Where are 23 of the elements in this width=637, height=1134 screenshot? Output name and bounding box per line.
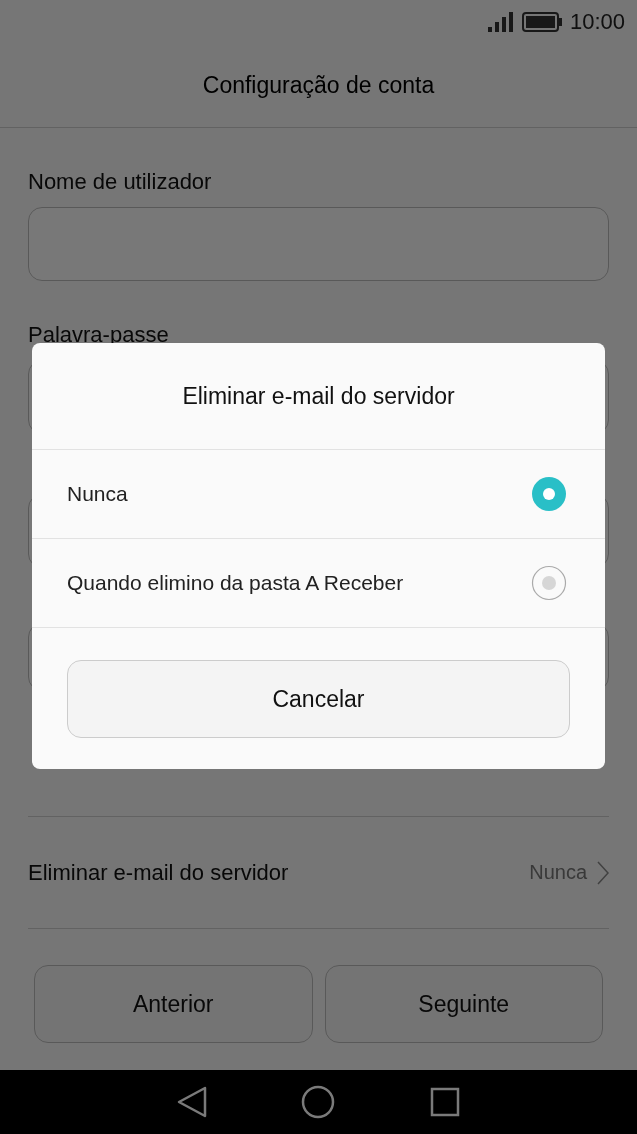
signal-icon [487, 12, 514, 32]
battery-icon [521, 12, 562, 32]
field-label: Nome de utilizador [28, 168, 213, 195]
back-icon[interactable] [177, 1086, 208, 1118]
dialog-option[interactable]: Quando elimino da pasta A Receber [32, 539, 605, 628]
radio-button[interactable] [531, 565, 567, 601]
nav-button[interactable]: Seguinte [324, 965, 603, 1043]
recent-apps-icon[interactable] [429, 1087, 460, 1117]
dialog-title: Eliminar e-mail do servidor [32, 343, 605, 450]
setting-value: Nunca [529, 861, 587, 884]
setting-label: Eliminar e-mail do servidor [28, 859, 289, 886]
status-time: 10:00 [569, 9, 625, 35]
page-title: Configuração de conta [202, 72, 435, 99]
option-label: Quando elimino da pasta A Receber [67, 571, 404, 595]
chevron-right-icon [597, 860, 609, 885]
option-label: Nunca [67, 482, 128, 506]
input-field[interactable] [28, 207, 609, 281]
home-icon[interactable] [301, 1085, 336, 1119]
nav-button[interactable]: Anterior [34, 965, 313, 1043]
radio-button[interactable] [531, 476, 567, 512]
dialog-option[interactable]: Nunca [32, 450, 605, 539]
settings-row[interactable]: Eliminar e-mail do servidor Nunca [28, 816, 609, 929]
cancel-button[interactable]: Cancelar [67, 660, 570, 738]
